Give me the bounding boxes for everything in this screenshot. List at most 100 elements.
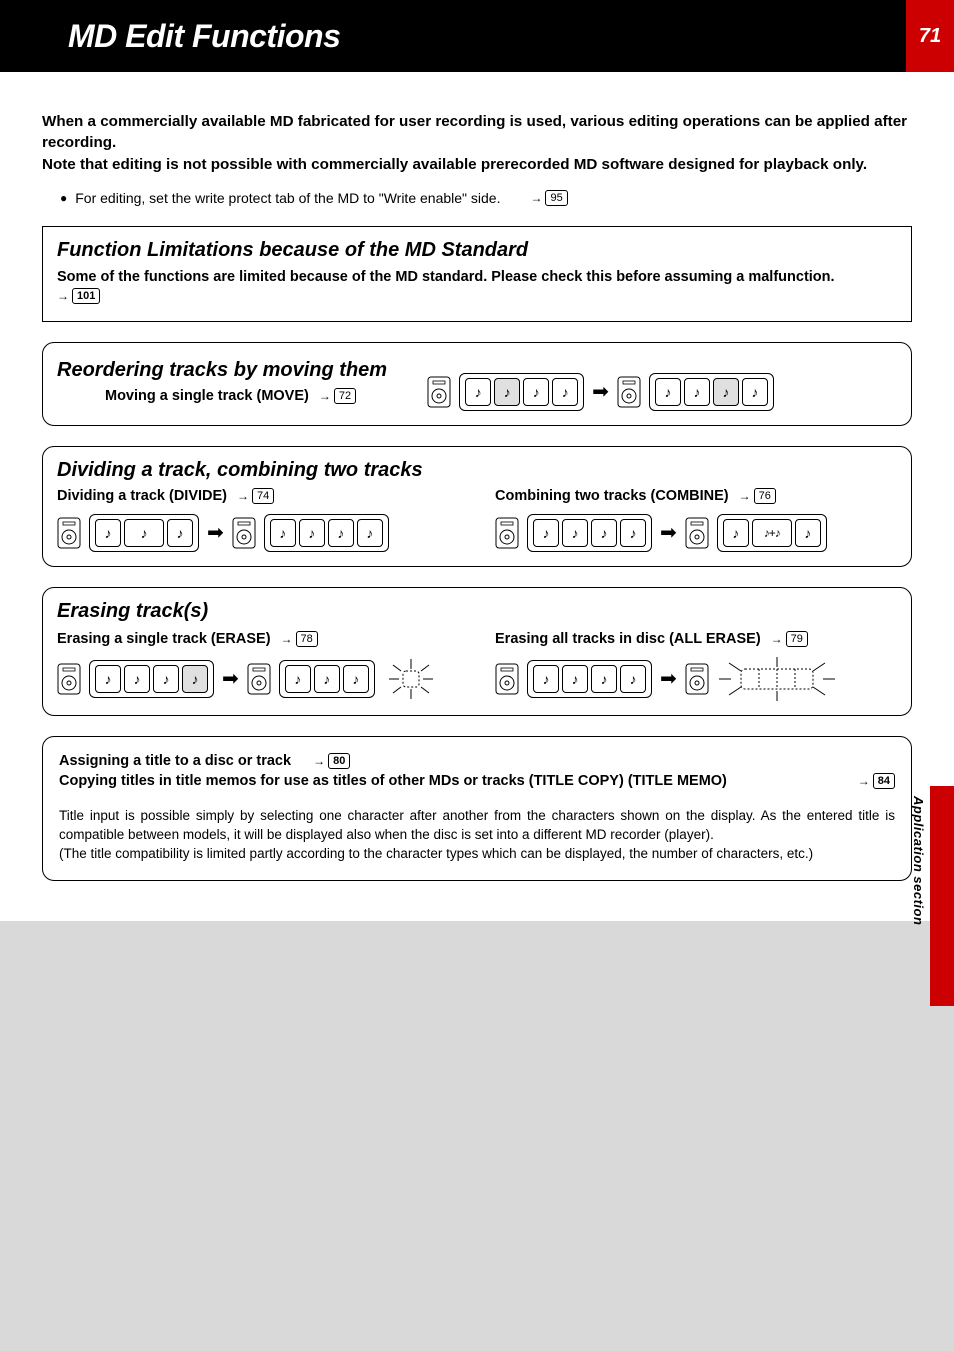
arrow-icon: → [771,632,783,646]
track-set-before: ♪ ♪ ♪ ♪ [527,660,652,698]
track-set-after: ♪ ♪+♪ ♪ [717,514,827,552]
track-cell: ♪ [328,519,354,547]
track-cell: ♪ [523,378,549,406]
track-cell-selected: ♪ [182,665,208,693]
reorder-heading: Reordering tracks by moving them [57,359,387,382]
title-line2: Copying titles in title memos for use as… [59,771,895,791]
title-line1: Assigning a title to a disc or track → 8… [59,751,895,771]
track-cell: ♪ [742,378,768,406]
disc-icon [685,517,709,549]
intro-bullet: ● For editing, set the write protect tab… [42,190,912,206]
track-cell: ♪ [95,519,121,547]
arrow-icon: ➡ [660,666,677,691]
reorder-diagram: ♪ ♪ ♪ ♪ ➡ ♪ ♪ ♪ ♪ [427,373,774,411]
page-ref-box: 78 [296,631,318,647]
combine-sublabel: Combining two tracks (COMBINE) [495,488,729,504]
track-cell: ♪ [299,519,325,547]
page-ref-79: → 79 [771,631,808,647]
erase-heading: Erasing track(s) [57,600,897,623]
burst-icon-large [717,657,837,701]
page-ref-74: → 74 [237,488,274,504]
erase-all-sublabel: Erasing all tracks in disc (ALL ERASE) [495,631,761,647]
disc-icon [685,663,709,695]
burst-icon [383,657,439,701]
arrow-icon: → [858,773,870,790]
track-cell: ♪ [684,378,710,406]
intro-block: When a commercially available MD fabrica… [42,112,912,176]
intro-p2: Note that editing is not possible with c… [42,155,912,176]
arrow-icon: ➡ [222,666,239,691]
track-cell: ♪ [591,519,617,547]
track-cell: ♪ [153,665,179,693]
track-cell: ♪ [285,665,311,693]
page-ref-76: → 76 [739,488,776,504]
page-ref-box: 84 [873,773,895,789]
disc-icon [57,663,81,695]
disc-icon [247,663,271,695]
track-cell-combined: ♪+♪ [752,519,792,547]
limitations-heading: Function Limitations because of the MD S… [57,239,897,262]
track-cell: ♪ [552,378,578,406]
page-number-tab: 71 [906,0,954,72]
page-number: 71 [919,25,941,48]
divide-sublabel: Dividing a track (DIVIDE) [57,488,227,504]
page-ref-box: 76 [754,488,776,504]
track-cell: ♪ [713,378,739,406]
track-cell-wide: ♪ [124,519,164,547]
track-cell: ♪ [620,519,646,547]
track-cell: ♪ [357,519,383,547]
title-body: Title input is possible simply by select… [59,807,895,864]
page-ref-box: 79 [786,631,808,647]
bullet-text: For editing, set the write protect tab o… [75,190,500,206]
disc-icon [57,517,81,549]
page-ref-72: → 72 [319,388,356,404]
erase-single-diagram: ♪ ♪ ♪ ♪ ➡ ♪ ♪ ♪ [57,657,459,701]
divide-combine-panel: Dividing a track, combining two tracks D… [42,446,912,567]
disc-icon [495,517,519,549]
page-ref-box: 80 [328,753,350,769]
track-cell: ♪ [723,519,749,547]
track-cell: ♪ [270,519,296,547]
track-set-before: ♪ ♪ ♪ [89,514,199,552]
bullet-icon: ● [60,191,67,205]
track-cell: ♪ [562,519,588,547]
track-cell: ♪ [562,665,588,693]
track-cell: ♪ [620,665,646,693]
page-title: MD Edit Functions [68,18,340,55]
disc-icon [427,376,451,408]
track-cell: ♪ [314,665,340,693]
track-cell: ♪ [533,665,559,693]
track-cell: ♪ [533,519,559,547]
page-content: When a commercially available MD fabrica… [0,72,954,921]
page-ref-box: 95 [545,190,567,206]
divide-diagram: ♪ ♪ ♪ ➡ ♪ ♪ ♪ ♪ [57,514,459,552]
arrow-icon: → [739,489,751,503]
arrow-icon: → [237,489,249,503]
title-panel: Assigning a title to a disc or track → 8… [42,736,912,881]
page-ref-80: → 80 [313,753,350,770]
page-header: MD Edit Functions 71 [0,0,954,72]
limitations-body: Some of the functions are limited becaus… [57,268,897,307]
track-set-before: ♪ ♪ ♪ ♪ [459,373,584,411]
track-set-after: ♪ ♪ ♪ ♪ [649,373,774,411]
combine-diagram: ♪ ♪ ♪ ♪ ➡ ♪ ♪+♪ ♪ [495,514,897,552]
track-cell: ♪ [655,378,681,406]
erase-single-sublabel: Erasing a single track (ERASE) [57,631,271,647]
erase-all-diagram: ♪ ♪ ♪ ♪ ➡ [495,657,897,701]
arrow-icon: ➡ [592,379,609,404]
page-ref-box: 74 [252,488,274,504]
track-cell: ♪ [167,519,193,547]
side-label: Application section [911,796,926,925]
disc-icon [495,663,519,695]
page-ref-box: 101 [72,288,100,304]
page-ref-84: → 84 [858,773,895,790]
track-cell: ♪ [795,519,821,547]
track-set-after: ♪ ♪ ♪ ♪ [264,514,389,552]
disc-icon [617,376,641,408]
divide-heading: Dividing a track, combining two tracks [57,459,897,482]
disc-icon [232,517,256,549]
reorder-panel: Reordering tracks by moving them Moving … [42,342,912,426]
track-cell: ♪ [124,665,150,693]
track-cell: ♪ [465,378,491,406]
intro-p1: When a commercially available MD fabrica… [42,112,912,153]
